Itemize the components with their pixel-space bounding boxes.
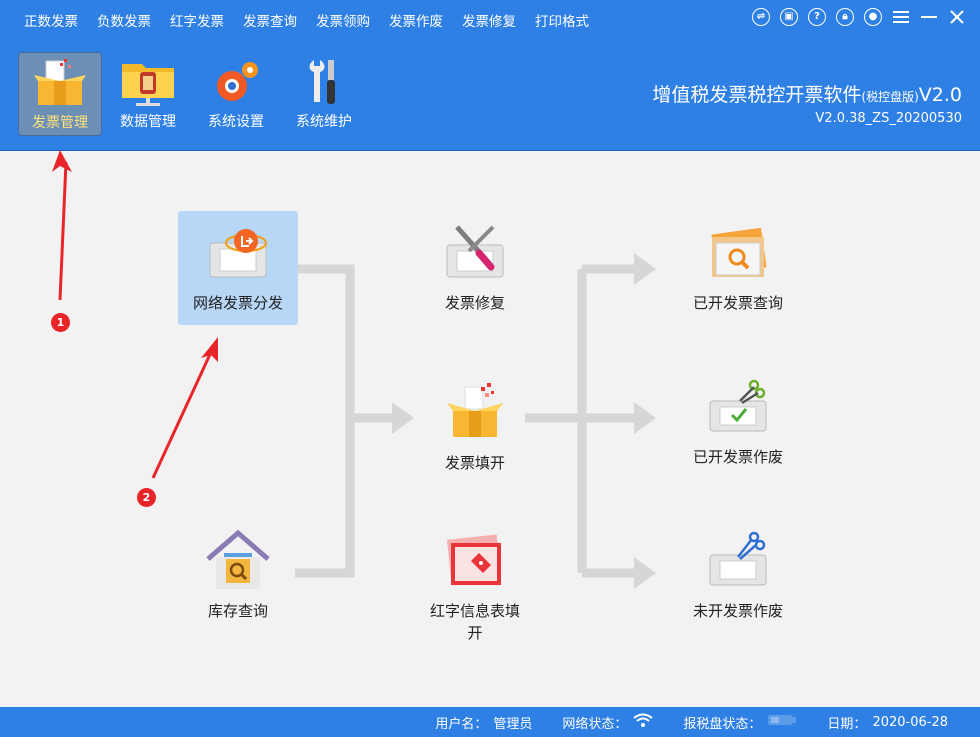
- annotation-badge-1: 1: [51, 313, 70, 332]
- node-label: 已开发票查询: [692, 294, 783, 312]
- tax-disk-icon: [767, 713, 797, 731]
- gears-icon: [217, 62, 258, 101]
- invoice-box-icon: [447, 383, 503, 437]
- menu-print-format[interactable]: 打印格式: [535, 10, 589, 30]
- menu-negative-invoice[interactable]: 负数发票: [97, 10, 151, 30]
- toolbar-invoice-management[interactable]: 发票管理: [18, 52, 102, 136]
- menu-invoice-repair[interactable]: 发票修复: [462, 10, 516, 30]
- invoice-void-issued-icon: [709, 379, 767, 432]
- user-icon[interactable]: ●: [864, 8, 882, 26]
- node-void-issued-invoice[interactable]: 已开发票作废: [678, 375, 798, 469]
- title-bar: 正数发票 负数发票 红字发票 发票查询 发票领购 发票作废 发票修复 打印格式 …: [0, 0, 980, 151]
- transfer-icon[interactable]: ⇌: [752, 8, 770, 26]
- window-controls: ⇌ ▣ ? 🔒︎ ●: [742, 8, 966, 26]
- menu-invoice-query[interactable]: 发票查询: [243, 10, 297, 30]
- menu-positive-invoice[interactable]: 正数发票: [24, 10, 78, 30]
- invoice-box-icon: [34, 59, 86, 105]
- node-label: 红字信息表填开: [429, 602, 520, 642]
- status-bar: 用户名： 管理员 网络状态： 报税盘状态： 日期： 2020-06-28: [0, 707, 980, 737]
- node-label: 库存查询: [207, 602, 268, 620]
- status-user: 用户名： 管理员: [435, 716, 533, 732]
- node-label: 发票修复: [444, 294, 505, 312]
- menu-red-invoice[interactable]: 红字发票: [170, 10, 224, 30]
- invoice-repair-icon: [446, 225, 504, 278]
- menu-invoice-void[interactable]: 发票作废: [389, 10, 443, 30]
- node-red-info-form[interactable]: 红字信息表填开: [415, 529, 535, 645]
- node-invoice-issue[interactable]: 发票填开: [415, 381, 535, 475]
- menu-invoice-purchase[interactable]: 发票领购: [316, 10, 370, 30]
- clipboard-icon[interactable]: ▣: [780, 8, 798, 26]
- node-invoice-repair[interactable]: 发票修复: [415, 221, 535, 315]
- menu-bar: 正数发票 负数发票 红字发票 发票查询 发票领购 发票作废 发票修复 打印格式: [0, 0, 608, 40]
- app-title: 增值税发票税控开票软件(税控盘版)V2.0: [652, 84, 962, 106]
- toolbar-label: 系统设置: [208, 114, 264, 130]
- minimize-icon[interactable]: [920, 8, 938, 26]
- node-inventory-query[interactable]: 库存查询: [178, 529, 298, 623]
- annotation-badge-2: 2: [137, 488, 156, 507]
- main-panel: 网络发票分发 库存查询 发票修复 发票填开 红字信息表填开 已开发票查询 已开发…: [0, 151, 980, 707]
- invoice-void-unissued-icon: [709, 531, 767, 586]
- node-label: 已开发票作废: [692, 448, 783, 466]
- toolbar-label: 数据管理: [120, 114, 176, 130]
- app-build: V2.0.38_ZS_20200530: [815, 111, 962, 126]
- status-date: 日期： 2020-06-28: [827, 714, 948, 732]
- red-invoice-pen-icon: [446, 534, 502, 585]
- toolbar-data-management[interactable]: 数据管理: [106, 52, 190, 136]
- status-tax-disk: 报税盘状态：: [683, 713, 797, 732]
- help-icon[interactable]: ?: [808, 8, 826, 26]
- invoice-send-icon: [209, 229, 267, 278]
- close-icon[interactable]: [948, 8, 966, 26]
- node-label: 发票填开: [444, 454, 505, 472]
- inventory-house-icon: [206, 529, 270, 589]
- tools-icon: [309, 60, 335, 104]
- lock-icon[interactable]: 🔒︎: [836, 8, 854, 26]
- toolbar-label: 发票管理: [32, 115, 88, 131]
- toolbar-label: 系统维护: [296, 114, 352, 130]
- node-network-invoice-distribution[interactable]: 网络发票分发: [178, 211, 298, 325]
- node-label: 未开发票作废: [692, 602, 783, 620]
- toolbar-system-settings[interactable]: 系统设置: [194, 52, 278, 136]
- node-void-unissued-invoice[interactable]: 未开发票作废: [678, 529, 798, 623]
- node-label: 网络发票分发: [192, 294, 283, 312]
- wifi-icon: [633, 713, 654, 731]
- status-network: 网络状态：: [562, 713, 654, 732]
- node-issued-invoice-query[interactable]: 已开发票查询: [678, 221, 798, 315]
- main-toolbar: 发票管理 数据管理 系统设置 系统维护: [18, 52, 370, 136]
- folder-icon: [122, 64, 174, 106]
- invoice-query-icon: [711, 227, 767, 277]
- app-title-block: 增值税发票税控开票软件(税控盘版)V2.0 V2.0.38_ZS_2020053…: [652, 80, 962, 126]
- menu-icon[interactable]: [892, 8, 910, 26]
- toolbar-system-maintenance[interactable]: 系统维护: [282, 52, 366, 136]
